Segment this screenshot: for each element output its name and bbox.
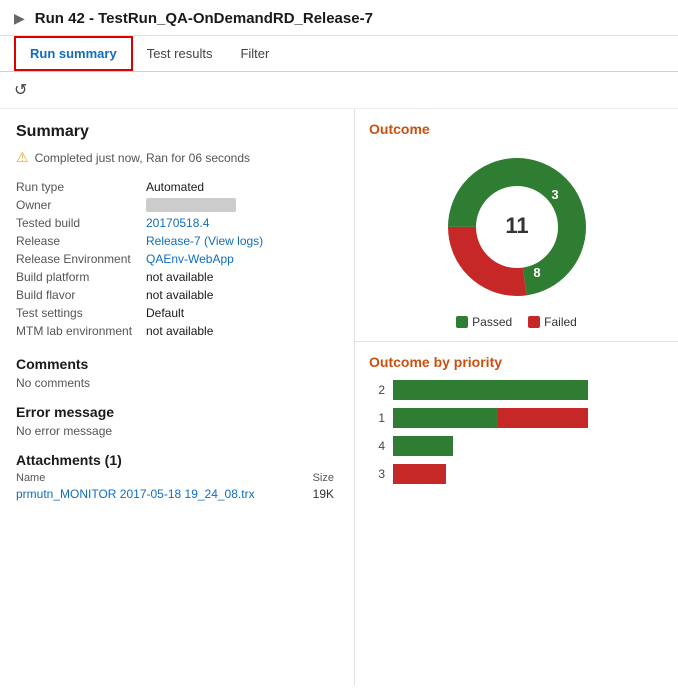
comments-value: No comments	[16, 376, 338, 390]
bar-priority-label: 3	[369, 467, 385, 481]
legend-passed-label: Passed	[472, 315, 512, 329]
back-icon: ▶	[14, 10, 25, 27]
attachments-title: Attachments (1)	[16, 452, 338, 468]
warning-icon: ⚠	[16, 149, 29, 166]
field-value: owner_name	[146, 196, 338, 214]
bar-priority-label: 2	[369, 383, 385, 397]
priority-bars: 2 1 4 3	[369, 380, 664, 484]
comments-section: Comments No comments	[16, 356, 338, 390]
size-header: Size	[313, 472, 334, 484]
title-bar: ▶ Run 42 - TestRun_QA-OnDemandRD_Release…	[0, 0, 678, 36]
bar-row: 3	[369, 464, 664, 484]
outcome-title: Outcome	[369, 121, 664, 137]
bar-row: 1	[369, 408, 664, 428]
legend-failed: Failed	[528, 315, 577, 329]
error-title: Error message	[16, 404, 338, 420]
field-value[interactable]: Release-7 (View logs)	[146, 232, 338, 250]
attachment-row: prmutn_MONITOR 2017-05-18 19_24_08.trx 1…	[16, 487, 338, 501]
warning-row: ⚠ Completed just now, Ran for 06 seconds	[16, 149, 338, 166]
error-value: No error message	[16, 424, 338, 438]
field-label: Build platform	[16, 268, 146, 286]
field-value[interactable]: 20170518.4	[146, 214, 338, 232]
warning-text: Completed just now, Ran for 06 seconds	[35, 151, 250, 165]
field-label: Release Environment	[16, 250, 146, 268]
bar-passed	[393, 408, 498, 428]
summary-title: Summary	[16, 123, 338, 141]
field-value: Automated	[146, 178, 338, 196]
right-panel: Outcome 11 3 8 Passed	[355, 109, 678, 685]
attachment-link[interactable]: prmutn_MONITOR 2017-05-18 19_24_08.trx	[16, 487, 305, 501]
tab-bar: Run summary Test results Filter	[0, 36, 678, 72]
field-value: not available	[146, 322, 338, 340]
attachments-section: Attachments (1) Name Size prmutn_MONITOR…	[16, 452, 338, 501]
error-section: Error message No error message	[16, 404, 338, 438]
comments-title: Comments	[16, 356, 338, 372]
passed-label-chart: 8	[533, 265, 540, 280]
content: Summary ⚠ Completed just now, Ran for 06…	[0, 109, 678, 685]
attachments-header: Name Size	[16, 472, 338, 484]
bar-failed	[498, 408, 588, 428]
donut-total: 11	[505, 213, 528, 238]
field-label: Tested build	[16, 214, 146, 232]
bar-failed	[393, 464, 446, 484]
summary-section: Summary ⚠ Completed just now, Ran for 06…	[16, 123, 338, 340]
priority-title: Outcome by priority	[369, 354, 664, 370]
field-label: Release	[16, 232, 146, 250]
bar-group	[393, 436, 453, 456]
field-value: Default	[146, 304, 338, 322]
outcome-section: Outcome 11 3 8 Passed	[355, 109, 678, 342]
donut-container: 11 3 8 Passed Failed	[369, 147, 664, 329]
tab-test-results[interactable]: Test results	[133, 38, 227, 69]
tab-run-summary[interactable]: Run summary	[14, 36, 133, 71]
legend-failed-label: Failed	[544, 315, 577, 329]
refresh-button[interactable]: ↺	[14, 80, 27, 100]
priority-section: Outcome by priority 2 1 4 3	[355, 342, 678, 504]
field-value: not available	[146, 268, 338, 286]
bar-row: 2	[369, 380, 664, 400]
legend: Passed Failed	[456, 315, 577, 329]
summary-table: Run typeAutomatedOwnerowner_nameTested b…	[16, 178, 338, 340]
field-label: Build flavor	[16, 286, 146, 304]
legend-failed-color	[528, 316, 540, 328]
bar-row: 4	[369, 436, 664, 456]
failed-label-chart: 3	[551, 187, 558, 202]
name-header: Name	[16, 472, 45, 484]
tab-filter[interactable]: Filter	[226, 38, 283, 69]
toolbar: ↺	[0, 72, 678, 109]
field-label: Owner	[16, 196, 146, 214]
bar-passed	[393, 380, 588, 400]
field-label: MTM lab environment	[16, 322, 146, 340]
page-title: Run 42 - TestRun_QA-OnDemandRD_Release-7	[35, 10, 373, 27]
donut-chart: 11 3 8	[437, 147, 597, 307]
left-panel: Summary ⚠ Completed just now, Ran for 06…	[0, 109, 355, 685]
legend-passed-color	[456, 316, 468, 328]
bar-priority-label: 1	[369, 411, 385, 425]
bar-group	[393, 408, 588, 428]
field-label: Test settings	[16, 304, 146, 322]
bar-passed	[393, 436, 453, 456]
field-label: Run type	[16, 178, 146, 196]
bar-group	[393, 464, 446, 484]
attachment-size: 19K	[313, 487, 334, 501]
bar-priority-label: 4	[369, 439, 385, 453]
bar-group	[393, 380, 588, 400]
field-value: not available	[146, 286, 338, 304]
field-value[interactable]: QAEnv-WebApp	[146, 250, 338, 268]
legend-passed: Passed	[456, 315, 512, 329]
